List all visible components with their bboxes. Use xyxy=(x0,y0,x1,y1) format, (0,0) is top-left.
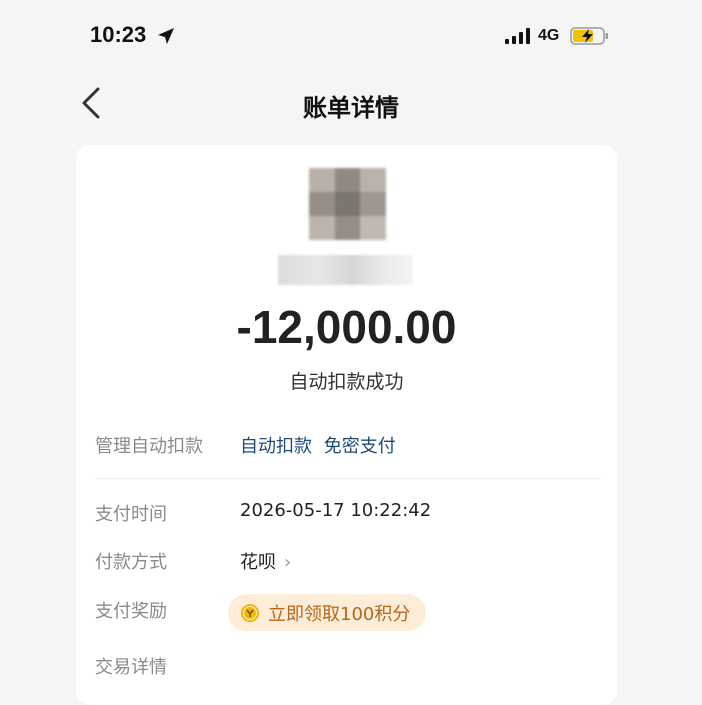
page-title: 账单详情 xyxy=(303,94,399,122)
payment-reward-label: 支付奖励 xyxy=(95,601,167,622)
pay-time-value: 2026-05-17 10:22:42 xyxy=(240,500,432,521)
claim-points-label: 立即领取100积分 xyxy=(268,603,411,625)
payment-method-value[interactable]: 花呗 › xyxy=(240,548,291,574)
merchant-logo xyxy=(309,168,386,240)
merchant-name-redacted xyxy=(278,255,413,285)
autopay-link[interactable]: 自动扣款 xyxy=(240,436,312,457)
nav-bar: 账单详情 xyxy=(0,70,702,136)
manage-autopay-links: 自动扣款 免密支付 xyxy=(240,432,396,458)
pay-time-label: 支付时间 xyxy=(95,504,167,525)
payment-method-text: 花呗 xyxy=(240,552,276,573)
bill-card: -12,000.00 自动扣款成功 管理自动扣款 自动扣款 免密支付 支付时间 … xyxy=(76,145,617,705)
coin-icon xyxy=(241,603,259,622)
signal-bars-icon xyxy=(505,28,530,44)
network-type: 4G xyxy=(538,27,560,44)
battery-charging-icon xyxy=(570,27,608,45)
payment-method-label: 付款方式 xyxy=(95,552,167,573)
chevron-right-icon: › xyxy=(284,552,292,573)
bill-status: 自动扣款成功 xyxy=(289,371,404,393)
bill-amount: -12,000.00 xyxy=(236,301,457,353)
location-arrow-icon xyxy=(158,28,174,44)
claim-points-button[interactable]: 立即领取100积分 xyxy=(228,594,427,631)
status-time: 10:23 xyxy=(90,22,147,47)
trade-details-label: 交易详情 xyxy=(95,657,167,678)
password-free-pay-link[interactable]: 免密支付 xyxy=(324,436,396,457)
status-bar: 10:23 4G xyxy=(0,0,702,70)
divider xyxy=(95,478,601,479)
manage-autopay-label: 管理自动扣款 xyxy=(95,436,203,457)
